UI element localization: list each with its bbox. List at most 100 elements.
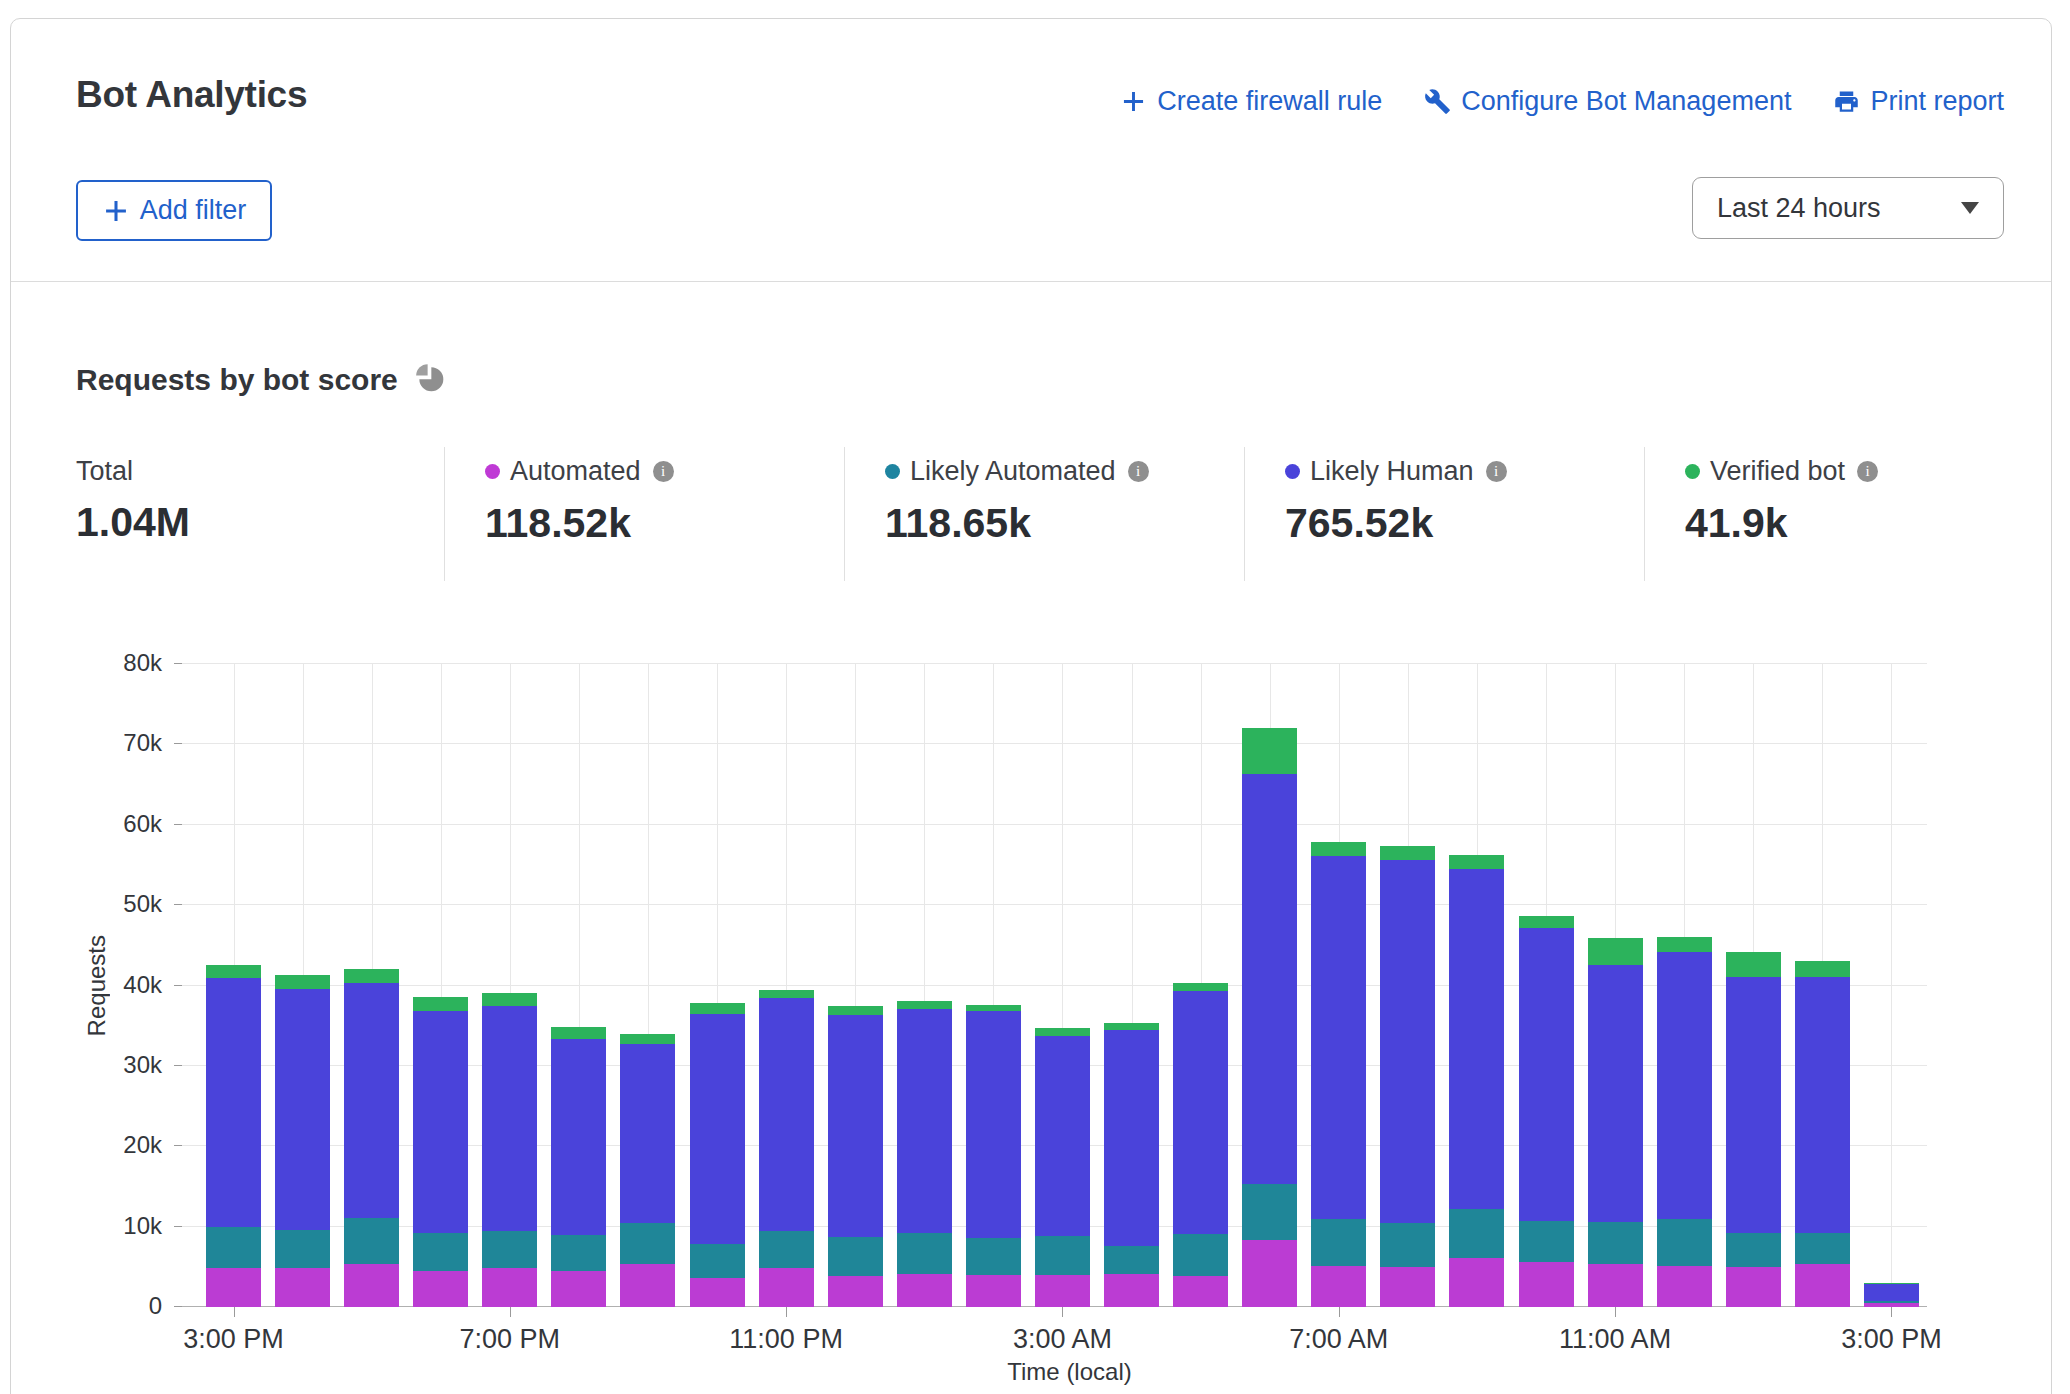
bar-segment-likely-automated [620, 1223, 675, 1263]
bar-segment-verified-bot [690, 1003, 745, 1013]
bar-segment-likely-automated [1588, 1222, 1643, 1265]
bar-segment-automated [1519, 1262, 1574, 1307]
bar-segment-automated [275, 1268, 330, 1307]
y-tick [174, 824, 182, 825]
add-filter-button[interactable]: Add filter [76, 180, 272, 241]
bar-segment-verified-bot [275, 975, 330, 989]
y-tick-label: 30k [62, 1051, 162, 1079]
stat-automated: Automated i 118.52k [485, 456, 674, 547]
y-tick-label: 10k [62, 1212, 162, 1240]
gridline-h [182, 743, 1927, 744]
bar-segment-likely-automated [897, 1233, 952, 1274]
bar-segment-likely-automated [275, 1230, 330, 1269]
bar-segment-verified-bot [1726, 952, 1781, 977]
bar-segment-likely-human [551, 1039, 606, 1235]
info-icon[interactable]: i [1486, 461, 1507, 482]
time-range-select[interactable]: Last 24 hours [1692, 177, 2004, 239]
gridline-h [182, 904, 1927, 905]
bar [275, 975, 330, 1307]
bar-segment-automated [1104, 1274, 1159, 1307]
bar [1519, 916, 1574, 1307]
bar-segment-verified-bot [1242, 728, 1297, 775]
y-tick-label: 60k [62, 810, 162, 838]
stat-label: Automated [510, 456, 641, 487]
wrench-icon [1424, 88, 1451, 115]
gridline-v [1891, 664, 1892, 1307]
bar-segment-automated [1173, 1276, 1228, 1307]
stat-divider [844, 447, 845, 581]
print-report-link[interactable]: Print report [1833, 86, 2004, 117]
bar [1864, 1283, 1919, 1307]
bar-segment-automated [966, 1275, 1021, 1307]
info-icon[interactable]: i [1857, 461, 1878, 482]
stat-value: 118.52k [485, 500, 674, 547]
bar [1173, 983, 1228, 1307]
y-tick [174, 985, 182, 986]
x-tick-label: 3:00 AM [952, 1324, 1172, 1355]
bar-segment-verified-bot [1588, 938, 1643, 965]
bar-segment-likely-automated [1449, 1209, 1504, 1258]
bar-segment-likely-automated [1726, 1233, 1781, 1267]
bar-segment-likely-human [759, 998, 814, 1231]
bar-segment-automated [1657, 1266, 1712, 1307]
bar-segment-automated [1795, 1264, 1850, 1307]
action-label: Create firewall rule [1157, 86, 1382, 117]
create-firewall-rule-link[interactable]: Create firewall rule [1120, 86, 1382, 117]
bar [1104, 1023, 1159, 1307]
bar-segment-automated [1380, 1267, 1435, 1307]
legend-dot [885, 464, 900, 479]
bar-segment-likely-automated [1242, 1184, 1297, 1240]
bar-segment-likely-automated [344, 1218, 399, 1265]
x-tick [234, 1307, 235, 1317]
stat-value: 118.65k [885, 500, 1149, 547]
bar-segment-automated [1588, 1264, 1643, 1307]
bar-segment-verified-bot [1311, 842, 1366, 856]
bar-segment-likely-automated [690, 1244, 745, 1279]
action-label: Configure Bot Management [1461, 86, 1791, 117]
x-tick-label: 3:00 PM [124, 1324, 344, 1355]
y-tick [174, 1065, 182, 1066]
bar [1726, 952, 1781, 1307]
bar-segment-automated [1726, 1267, 1781, 1307]
x-tick-label: 7:00 AM [1229, 1324, 1449, 1355]
bar-segment-likely-human [1449, 869, 1504, 1209]
bar-segment-automated [690, 1278, 745, 1307]
plus-icon [1120, 88, 1147, 115]
bar-segment-likely-human [620, 1044, 675, 1223]
bar [966, 1005, 1021, 1307]
bar-segment-likely-human [1795, 977, 1850, 1233]
bar [1657, 937, 1712, 1307]
bar-segment-verified-bot [620, 1034, 675, 1044]
legend-dot [485, 464, 500, 479]
bar [897, 1001, 952, 1307]
stat-divider [1244, 447, 1245, 581]
y-tick-label: 40k [62, 971, 162, 999]
bar-segment-likely-automated [759, 1231, 814, 1268]
stat-label: Likely Automated [910, 456, 1116, 487]
info-icon[interactable]: i [653, 461, 674, 482]
bar [1311, 842, 1366, 1307]
bar-segment-verified-bot [897, 1001, 952, 1009]
section-title: Requests by bot score [76, 363, 398, 397]
x-tick-label: 7:00 PM [400, 1324, 620, 1355]
plus-icon [102, 197, 130, 225]
bar-segment-likely-human [1173, 991, 1228, 1234]
stat-divider [1644, 447, 1645, 581]
x-tick [786, 1307, 787, 1317]
bar-segment-likely-automated [1173, 1234, 1228, 1276]
info-icon[interactable]: i [1128, 461, 1149, 482]
chevron-down-icon [1961, 202, 1979, 214]
bar-segment-likely-human [1726, 977, 1781, 1233]
bar-segment-automated [1449, 1258, 1504, 1307]
bar [344, 969, 399, 1307]
y-tick-label: 20k [62, 1131, 162, 1159]
bar-segment-verified-bot [1173, 983, 1228, 991]
y-tick [174, 1145, 182, 1146]
bar-segment-verified-bot [1519, 916, 1574, 928]
bar-segment-verified-bot [1795, 961, 1850, 977]
action-label: Print report [1870, 86, 2004, 117]
bar [1795, 961, 1850, 1307]
bar-segment-likely-automated [1657, 1219, 1712, 1266]
bar-segment-verified-bot [413, 997, 468, 1011]
configure-bot-management-link[interactable]: Configure Bot Management [1424, 86, 1791, 117]
